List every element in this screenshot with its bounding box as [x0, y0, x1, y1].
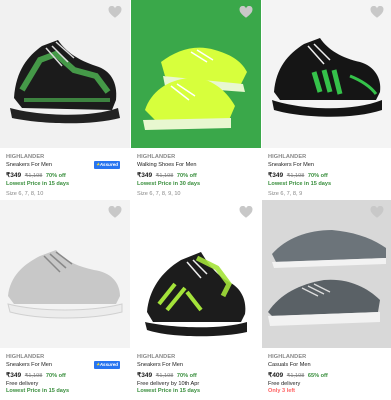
product-info: HIGHLANDER Sneakers For Men ✦Assured ₹34… [6, 354, 126, 396]
lowest-price-note: Lowest Price in 30 days [137, 180, 201, 187]
heart-outline-icon[interactable] [239, 6, 253, 19]
heart-outline-icon[interactable] [239, 206, 253, 219]
size-info: Size 6, 7, 8, 10 [6, 191, 44, 198]
shoe-image [268, 230, 386, 326]
shoe-image [272, 38, 382, 117]
delivery-note: Free delivery [6, 380, 39, 387]
lowest-price-note: Lowest Price in 15 days [137, 388, 201, 395]
product-brand: HIGHLANDER [268, 354, 307, 360]
heart-outline-icon[interactable] [370, 206, 384, 219]
price-row: ₹409 ₹1,198 65% off [268, 372, 388, 381]
price-row: ₹349 ₹1,198 70% off [6, 172, 126, 181]
price: ₹349 [137, 372, 153, 380]
price-row: ₹349 ₹1,198 70% off [137, 172, 257, 181]
product-card[interactable]: HIGHLANDER Sneakers For Men ✦Assured ₹34… [0, 0, 130, 200]
size-info: Size 6, 7, 8, 9 [268, 191, 303, 198]
product-title[interactable]: Casuals For Men [268, 362, 388, 370]
size-info: Size 6, 7, 8, 9, 10 [137, 191, 181, 198]
shoe-image [131, 0, 261, 148]
product-image[interactable] [0, 200, 130, 348]
heart-outline-icon[interactable] [370, 6, 384, 19]
product-info: HIGHLANDER Sneakers For Men ✦Assured ₹34… [6, 154, 126, 199]
original-price: ₹1,198 [155, 373, 174, 380]
product-image[interactable] [131, 200, 261, 348]
heart-outline-icon[interactable] [108, 6, 122, 19]
discount: 70% off [176, 173, 197, 180]
lowest-price-note: Lowest Price in 15 days [6, 388, 70, 395]
product-image[interactable] [131, 0, 261, 148]
delivery-note: Free delivery [268, 380, 301, 387]
original-price: ₹1,198 [155, 173, 174, 180]
shoe-image [10, 40, 120, 124]
product-brand: HIGHLANDER [137, 154, 176, 160]
product-info: HIGHLANDER Walking Shoes For Men ₹349 ₹1… [137, 154, 257, 199]
original-price: ₹1,198 [286, 173, 305, 180]
discount: 65% off [307, 373, 328, 380]
original-price: ₹1,198 [24, 173, 43, 180]
stock-note: Only 3 left [268, 388, 296, 395]
product-title[interactable]: Sneakers For Men [268, 162, 388, 170]
product-image[interactable] [0, 0, 130, 148]
price: ₹349 [268, 172, 284, 180]
original-price: ₹1,198 [24, 373, 43, 380]
heart-outline-icon[interactable] [108, 206, 122, 219]
price: ₹349 [6, 172, 22, 180]
product-title[interactable]: Walking Shoes For Men [137, 162, 257, 170]
discount: 70% off [307, 173, 328, 180]
product-card[interactable]: HIGHLANDER Casuals For Men ₹409 ₹1,198 6… [262, 200, 391, 400]
product-card[interactable]: HIGHLANDER Sneakers For Men ✦Assured ₹34… [0, 200, 130, 400]
product-grid: HIGHLANDER Sneakers For Men ✦Assured ₹34… [0, 0, 391, 400]
lowest-price-note: Lowest Price in 15 days [268, 180, 332, 187]
discount: 70% off [45, 373, 66, 380]
product-title[interactable]: Sneakers For Men [6, 362, 52, 368]
product-title[interactable]: Sneakers For Men [137, 362, 257, 370]
product-card[interactable]: HIGHLANDER Sneakers For Men ₹349 ₹1,198 … [262, 0, 391, 200]
product-title[interactable]: Sneakers For Men [6, 162, 52, 168]
price: ₹349 [137, 172, 153, 180]
price-row: ₹349 ₹1,198 70% off [6, 372, 126, 381]
original-price: ₹1,198 [286, 373, 305, 380]
lowest-price-note: Lowest Price in 15 days [6, 180, 70, 187]
product-brand: HIGHLANDER [268, 154, 307, 160]
product-image[interactable] [262, 200, 391, 348]
discount: 70% off [176, 373, 197, 380]
price: ₹409 [268, 372, 284, 380]
assured-badge: ✦Assured [94, 160, 120, 169]
product-brand: HIGHLANDER [137, 354, 176, 360]
price-row: ₹349 ₹1,198 70% off [137, 372, 257, 381]
product-info: HIGHLANDER Sneakers For Men ₹349 ₹1,198 … [268, 154, 388, 199]
assured-badge: ✦Assured [94, 360, 120, 369]
product-card[interactable]: HIGHLANDER Sneakers For Men ₹349 ₹1,198 … [131, 200, 261, 400]
product-info: HIGHLANDER Casuals For Men ₹409 ₹1,198 6… [268, 354, 388, 396]
price-row: ₹349 ₹1,198 70% off [268, 172, 388, 181]
shoe-image [145, 252, 247, 337]
product-card[interactable]: HIGHLANDER Walking Shoes For Men ₹349 ₹1… [131, 0, 261, 200]
shoe-image [7, 250, 123, 319]
discount: 70% off [45, 173, 66, 180]
product-info: HIGHLANDER Sneakers For Men ₹349 ₹1,198 … [137, 354, 257, 396]
price: ₹349 [6, 372, 22, 380]
delivery-note: Free delivery by 10th Apr [137, 380, 200, 387]
product-image[interactable] [262, 0, 391, 148]
